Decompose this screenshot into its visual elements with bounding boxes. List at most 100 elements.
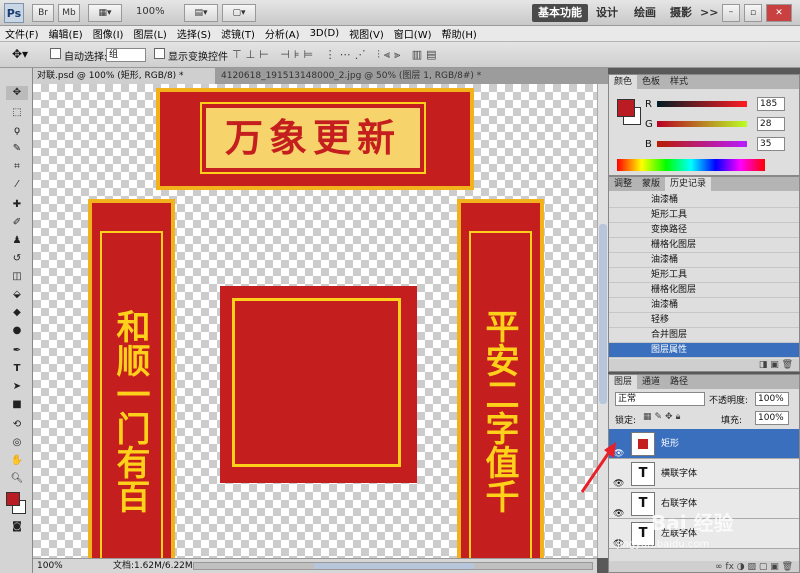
lock-icons[interactable]: ▦✎✥🔒︎ [643,412,683,422]
fg-color-chip[interactable] [617,99,635,117]
tab-channels[interactable]: 通道 [637,375,665,389]
auto-select-checkbox[interactable] [50,48,61,60]
history-item[interactable]: 油漆桶 [609,193,799,208]
menu-file[interactable]: 文件(F) [0,26,44,41]
history-item[interactable]: 油漆桶 [609,298,799,313]
history-item[interactable]: 矩形工具 [609,208,799,223]
b-slider[interactable] [657,141,747,147]
brush-tool-icon[interactable]: ✐ [6,216,28,230]
history-item[interactable]: 轻移 [609,313,799,328]
horizontal-scroll-thumb[interactable] [314,563,474,569]
quick-mask-icon[interactable]: ◙ [6,520,28,534]
history-item[interactable]: 合并图层 [609,328,799,343]
tab-masks[interactable]: 蒙版 [637,177,665,191]
tab-couplet-psd[interactable]: 对联.psd @ 100% (矩形, RGB/8) * [33,68,215,84]
history-item[interactable]: 变换路径 [609,223,799,238]
healing-brush-icon[interactable]: ✚ [6,198,28,212]
crop-tool-icon[interactable]: ⌗ [6,160,28,174]
tab-swatches[interactable]: 色板 [637,75,665,89]
more-workspaces-button[interactable]: >> [700,4,718,22]
bridge-button[interactable]: Br [32,4,54,22]
menu-image[interactable]: 图像(I) [88,26,129,41]
align-buttons[interactable]: ⊤⊥⊢ ⊣⊧⊨ ⋮⋯⋰ ⫶⫷⫸ ▥▤ [232,48,441,62]
menu-view[interactable]: 视图(V) [344,26,389,41]
3d-rotate-icon[interactable]: ⟲ [6,418,28,432]
history-brush-icon[interactable]: ↺ [6,252,28,266]
history-item-selected[interactable]: 图层属性 [609,343,799,358]
type-tool-icon[interactable]: T [6,362,28,376]
layers-panel: 图层 通道 路径 正常 不透明度: 100% 锁定: ▦✎✥🔒︎ 填充: 100… [608,374,800,573]
shape-tool-icon[interactable]: ■ [6,398,28,412]
layer-header-text[interactable]: 👁︎ T 横联字体 [609,459,799,489]
auto-select-dropdown[interactable]: 组 [106,48,146,62]
quick-select-tool-icon[interactable]: ✎ [6,142,28,156]
foreground-color-swatch[interactable] [6,492,20,506]
tab-adjustments[interactable]: 调整 [609,177,637,191]
maximize-button[interactable]: ▫ [744,4,762,22]
tab-color[interactable]: 颜色 [609,75,638,89]
r-input[interactable]: 185 [757,97,785,111]
color-spectrum[interactable] [617,159,765,171]
blur-tool-icon[interactable]: ◆ [6,306,28,320]
menu-help[interactable]: 帮助(H) [437,26,482,41]
menu-3d[interactable]: 3D(D) [305,28,345,39]
screen-mode-button[interactable]: ▢▾ [222,4,256,22]
status-zoom[interactable]: 100% [37,559,63,573]
paint-bucket-icon[interactable]: ⬙ [6,288,28,302]
workspace-essentials[interactable]: 基本功能 [532,4,588,22]
menu-layer[interactable]: 图层(L) [128,26,171,41]
history-footer-buttons[interactable]: ◨ ▣ 🗑︎ [609,359,799,371]
tab-jpg-image[interactable]: 4120618_191513148000_2.jpg @ 50% (图层 1, … [217,68,485,84]
zoom-tool-icon[interactable]: 🔍︎ [6,472,28,486]
fill-input[interactable]: 100% [755,411,789,425]
history-item[interactable]: 栅格化图层 [609,283,799,298]
b-input[interactable]: 35 [757,137,785,151]
layer-rectangle[interactable]: 👁︎ 矩形 [609,429,799,459]
history-item[interactable]: 油漆桶 [609,253,799,268]
tab-paths[interactable]: 路径 [665,375,693,389]
opacity-input[interactable]: 100% [755,392,789,406]
r-slider[interactable] [657,101,747,107]
mini-bridge-button[interactable]: Mb [58,4,80,22]
rectangle-shape[interactable] [220,286,417,483]
move-tool-icon[interactable]: ✥ [6,86,28,100]
tab-styles[interactable]: 样式 [665,75,693,89]
workspace-design[interactable]: 设计 [592,4,622,22]
horizontal-scrollbar[interactable] [193,562,593,570]
history-item[interactable]: 矩形工具 [609,268,799,283]
tab-layers[interactable]: 图层 [609,375,638,389]
menu-window[interactable]: 窗口(W) [389,26,437,41]
g-input[interactable]: 28 [757,117,785,131]
menu-edit[interactable]: 编辑(E) [44,26,88,41]
eyedropper-tool-icon[interactable]: ⁄ [6,178,28,192]
history-item[interactable]: 栅格化图层 [609,238,799,253]
arrange-docs-button[interactable]: ▤▾ [184,4,218,22]
menu-filter[interactable]: 滤镜(T) [216,26,260,41]
move-tool-icon[interactable]: ✥▾ [12,47,28,61]
dodge-tool-icon[interactable]: ● [6,324,28,338]
workspace-painting[interactable]: 绘画 [630,4,660,22]
show-transform-checkbox[interactable] [154,48,165,60]
g-slider[interactable] [657,121,747,127]
path-select-icon[interactable]: ➤ [6,380,28,394]
opacity-label: 不透明度: [709,396,749,406]
canvas[interactable]: 万象更新 和顺一门有百 平安二字值千 [33,84,597,558]
menu-select[interactable]: 选择(S) [172,26,216,41]
marquee-tool-icon[interactable]: ⬚ [6,106,28,120]
hand-tool-icon[interactable]: ✋ [6,454,28,468]
zoom-level[interactable]: 100% [136,6,165,17]
clone-stamp-icon[interactable]: ♟ [6,234,28,248]
3d-orbit-icon[interactable]: ◎ [6,436,28,450]
tab-history[interactable]: 历史记录 [665,177,712,191]
pen-tool-icon[interactable]: ✒ [6,344,28,358]
close-button[interactable]: ✕ [766,4,792,22]
scroll-thumb[interactable] [599,224,607,404]
lasso-tool-icon[interactable]: ϙ [6,124,28,138]
minimize-button[interactable]: – [722,4,740,22]
menu-analysis[interactable]: 分析(A) [260,26,305,41]
layers-footer-buttons[interactable]: ∞ fx ◑ ▨ ▢ ▣ 🗑︎ [609,561,799,572]
blend-mode-select[interactable]: 正常 [615,392,705,406]
extras-button[interactable]: ▦▾ [88,4,122,22]
workspace-photography[interactable]: 摄影 [666,4,696,22]
eraser-tool-icon[interactable]: ◫ [6,270,28,284]
